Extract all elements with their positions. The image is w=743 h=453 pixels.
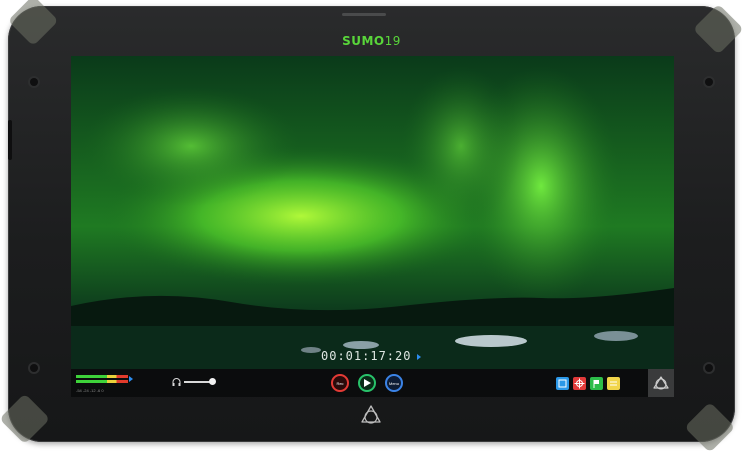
play-button[interactable] [358, 374, 376, 392]
atomos-logo-icon [361, 405, 381, 424]
crosshair-icon [574, 378, 585, 389]
audio-meter-arrow-icon[interactable] [129, 376, 133, 382]
screw [30, 78, 38, 86]
flag-tile[interactable] [590, 377, 603, 390]
brand-model: 19 [384, 34, 401, 48]
record-button-label: Rec [336, 380, 344, 386]
side-button[interactable] [8, 120, 12, 160]
screw [705, 78, 713, 86]
menu-button-label: Menu [388, 380, 399, 386]
screw [30, 364, 38, 372]
brand-name: SUMO [342, 34, 385, 48]
timecode-play-indicator [417, 353, 422, 360]
waveform-tile[interactable] [556, 377, 569, 390]
record-button[interactable]: Rec [331, 374, 349, 392]
corner-bumper [684, 401, 736, 453]
timecode-value: 00:01:17:20 [321, 349, 412, 363]
audio-meter[interactable] [76, 375, 128, 385]
focus-tile[interactable] [573, 377, 586, 390]
note-icon [610, 381, 617, 386]
aurora-image [71, 56, 674, 397]
audio-meter-scale: -54 -24 -12 -6 0 [76, 388, 104, 393]
top-slot [342, 13, 386, 16]
note-tile[interactable] [607, 377, 620, 390]
waveform-icon [558, 379, 567, 388]
atomos-logo-tab[interactable] [648, 369, 674, 397]
bottom-toolbar: -54 -24 -12 -6 0 Rec Menu [71, 369, 674, 397]
menu-button[interactable]: Menu [385, 374, 403, 392]
play-icon [364, 379, 371, 387]
screw [705, 364, 713, 372]
brand-label: SUMO19 [0, 34, 743, 48]
headphone-icon [172, 378, 181, 386]
volume-slider-knob[interactable] [209, 378, 216, 385]
flag-icon [593, 380, 599, 388]
atomos-logo-icon [653, 376, 669, 390]
monitor-screen: 00:01:17:20 -54 -24 -12 -6 0 Rec Menu [71, 56, 674, 397]
timecode-display: 00:01:17:20 [321, 349, 422, 363]
corner-bumper [0, 393, 51, 445]
